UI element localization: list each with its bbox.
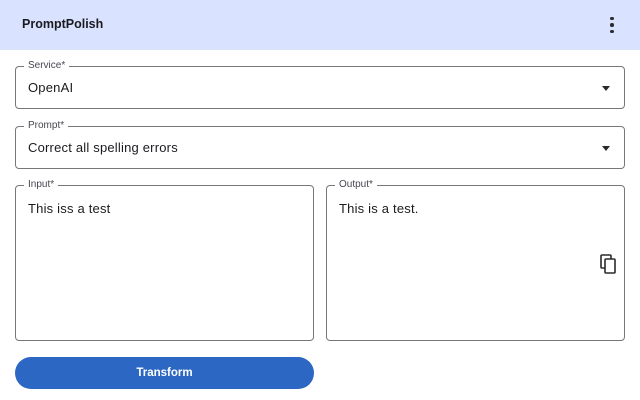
input-value[interactable]: This iss a test xyxy=(28,201,110,216)
transform-button[interactable]: Transform xyxy=(15,357,314,389)
copy-icon[interactable] xyxy=(599,254,619,276)
dropdown-arrow-icon[interactable] xyxy=(602,146,610,151)
app-bar: PromptPolish xyxy=(0,0,640,50)
prompt-value: Correct all spelling errors xyxy=(28,140,178,155)
input-label: Input* xyxy=(24,179,59,191)
prompt-select[interactable]: Prompt* Correct all spelling errors xyxy=(15,120,625,169)
service-label: Service* xyxy=(24,60,70,72)
app-title: PromptPolish xyxy=(22,17,104,31)
prompt-label: Prompt* xyxy=(24,120,69,132)
output-label: Output* xyxy=(335,179,377,191)
more-vert-icon[interactable] xyxy=(600,13,624,37)
input-textarea[interactable]: Input* This iss a test xyxy=(15,179,314,341)
dropdown-arrow-icon[interactable] xyxy=(602,86,610,91)
service-select[interactable]: Service* OpenAI xyxy=(15,60,625,109)
output-textarea[interactable]: Output* This is a test. xyxy=(326,179,625,341)
output-value[interactable]: This is a test. xyxy=(339,201,419,216)
service-value: OpenAI xyxy=(28,80,74,95)
